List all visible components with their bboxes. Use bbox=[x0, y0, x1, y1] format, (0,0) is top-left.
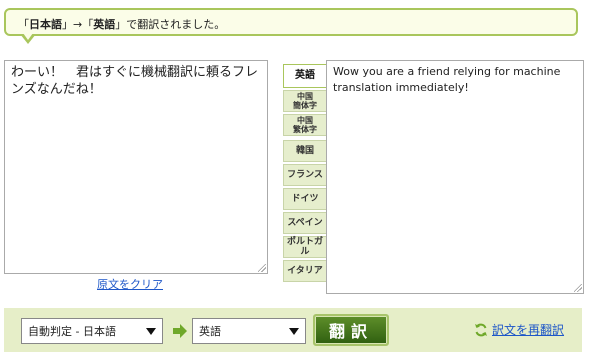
clear-source-link[interactable]: 原文をクリア bbox=[97, 276, 163, 292]
tab-english[interactable]: 英語 bbox=[283, 64, 326, 88]
source-language-select[interactable]: 自動判定 - 日本語 bbox=[21, 318, 163, 344]
status-message: 「日本語」→「英語」で翻訳されました。 bbox=[4, 8, 578, 36]
resize-handle-icon[interactable] bbox=[258, 264, 266, 272]
tab-portuguese[interactable]: ポルトガル bbox=[283, 236, 326, 258]
target-language-select[interactable]: 英語 bbox=[192, 318, 306, 344]
source-language-name: 日本語 bbox=[29, 18, 62, 31]
translated-text: Wow you are a friend relying for machine… bbox=[333, 65, 561, 94]
target-language-name: 英語 bbox=[93, 18, 116, 31]
source-language-value: 自動判定 - 日本語 bbox=[28, 325, 116, 338]
translation-control-bar: 自動判定 - 日本語 英語 翻訳 訳文を再翻訳 bbox=[4, 308, 582, 352]
resize-handle-icon[interactable] bbox=[574, 284, 582, 292]
tab-french[interactable]: フランス bbox=[283, 164, 326, 186]
tab-italian[interactable]: イタリア bbox=[283, 260, 326, 282]
status-message-text: 「日本語」→「英語」で翻訳されました。 bbox=[18, 18, 226, 31]
message-tail-fill bbox=[23, 33, 33, 40]
tab-chinese-traditional[interactable]: 中国 繁体字 bbox=[283, 114, 326, 136]
tab-spanish[interactable]: スペイン bbox=[283, 212, 326, 234]
source-text: わーい！ 君はすぐに機械翻訳に頼るフレンズなんだね！ bbox=[11, 65, 259, 97]
translation-textarea[interactable]: Wow you are a friend relying for machine… bbox=[326, 60, 584, 294]
refresh-icon bbox=[475, 323, 487, 336]
arrow-right-icon bbox=[173, 324, 187, 338]
tab-label-line1: 中国 bbox=[297, 92, 313, 101]
tab-german[interactable]: ドイツ bbox=[283, 188, 326, 210]
tab-chinese-simplified[interactable]: 中国 簡体字 bbox=[283, 90, 326, 112]
translate-button[interactable]: 翻訳 bbox=[313, 314, 389, 346]
tab-korean[interactable]: 韓国 bbox=[283, 140, 326, 162]
tab-label-line2: 簡体字 bbox=[293, 101, 317, 110]
retranslate-label: 訳文を再翻訳 bbox=[492, 323, 565, 337]
source-textarea[interactable]: わーい！ 君はすぐに機械翻訳に頼るフレンズなんだね！ bbox=[4, 60, 268, 274]
retranslate-link[interactable]: 訳文を再翻訳 bbox=[474, 321, 564, 338]
chevron-down-icon bbox=[146, 328, 156, 335]
target-language-value: 英語 bbox=[199, 325, 221, 338]
tab-label-line1: 中国 bbox=[297, 116, 313, 125]
tab-label-line2: 繁体字 bbox=[293, 125, 317, 134]
chevron-down-icon bbox=[289, 328, 299, 335]
